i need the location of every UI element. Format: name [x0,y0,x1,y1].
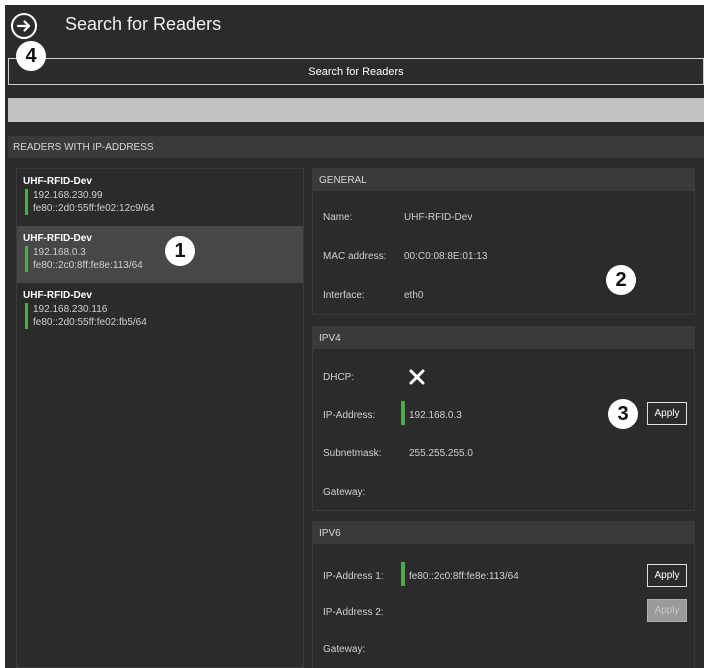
search-progress-bar [8,98,704,122]
interface-value: eth0 [404,290,424,301]
callout-4: 4 [16,41,46,71]
reader-details: 192.168.0.3 fe80::2c0:8ff:fe8e:113/64 [23,246,303,272]
reader-list: UHF-RFID-Dev 192.168.230.99 fe80::2d0:55… [16,168,304,668]
callout-1: 1 [165,236,195,266]
interface-label: Interface: [323,290,365,301]
app-window: Search for Readers Search for Readers RE… [5,5,704,668]
reader-name: UHF-RFID-Dev [23,233,92,244]
ipv6-address-1-apply-button[interactable]: Apply [647,564,687,587]
arrow-right-circle-icon[interactable] [11,13,37,39]
status-indicator [25,189,28,215]
ipv6-address-1-label: IP-Address 1: [323,571,384,582]
mac-address-label: MAC address: [323,251,387,262]
reader-details: 192.168.230.99 fe80::2d0:55ff:fe02:12c9/… [23,189,303,215]
mac-address-value: 00:C0:08:8E:01:13 [404,251,488,262]
callout-2: 2 [606,265,636,295]
arrow-right-icon [16,20,31,32]
ipv4-address-label: IP-Address: [323,410,376,421]
ipv6-panel-header: IPV6 [313,522,694,544]
reader-ip: 192.168.230.99 [33,190,103,201]
page-title: Search for Readers [65,14,222,34]
ipv6-address-1-indicator [401,562,405,586]
dhcp-label: DHCP: [323,372,355,383]
reader-list-item-selected[interactable]: UHF-RFID-Dev 192.168.0.3 fe80::2c0:8ff:f… [17,226,303,283]
ipv4-apply-button[interactable]: Apply [647,402,687,425]
status-indicator [25,303,28,329]
subnetmask-label: Subnetmask: [323,448,382,459]
subnetmask-value[interactable]: 255.255.255.0 [409,448,473,459]
ipv6-gateway-label: Gateway: [323,644,366,655]
reader-list-item[interactable]: UHF-RFID-Dev 192.168.230.116 fe80::2d0:5… [17,283,303,340]
name-label: Name: [323,212,353,223]
reader-name: UHF-RFID-Dev [23,290,92,301]
callout-3: 3 [608,399,638,429]
ipv6-address-2-label: IP-Address 2: [323,607,384,618]
reader-ipv6: fe80::2d0:55ff:fe02:fb5/64 [33,317,147,328]
readers-section-header: READERS WITH IP-ADDRESS [8,136,704,158]
reader-details: 192.168.230.116 fe80::2d0:55ff:fe02:fb5/… [23,303,303,329]
ipv4-address-input[interactable]: 192.168.0.3 [409,410,462,421]
ipv4-panel-header: IPV4 [313,327,694,349]
close-x-icon[interactable] [409,369,425,385]
gateway-label: Gateway: [323,487,366,498]
search-for-readers-button[interactable]: Search for Readers [8,58,704,85]
status-indicator [25,246,28,272]
reader-ip: 192.168.230.116 [33,304,108,315]
reader-list-item[interactable]: UHF-RFID-Dev 192.168.230.99 fe80::2d0:55… [17,169,303,226]
ipv6-address-2-apply-button[interactable]: Apply [647,599,687,622]
ipv6-panel: IPV6 IP-Address 1: fe80::2c0:8ff:fe8e:11… [312,521,695,668]
general-panel-header: GENERAL [313,169,694,191]
top-bar: Search for Readers [5,5,704,59]
name-value: UHF-RFID-Dev [404,212,473,223]
reader-ipv6: fe80::2d0:55ff:fe02:12c9/64 [33,203,155,214]
reader-name: UHF-RFID-Dev [23,176,92,187]
ipv4-panel: IPV4 DHCP: IP-Address: 192.168.0.3 Apply… [312,326,695,511]
ipv6-address-1-input[interactable]: fe80::2c0:8ff:fe8e:113/64 [409,571,519,582]
ipv4-address-indicator [401,401,405,425]
general-panel: GENERAL Name: UHF-RFID-Dev MAC address: … [312,168,695,315]
